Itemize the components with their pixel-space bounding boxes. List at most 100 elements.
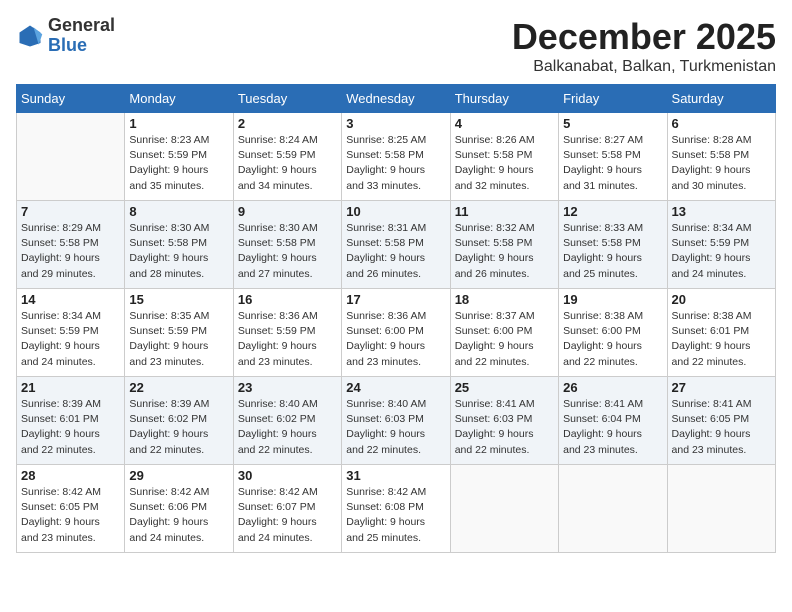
day-number: 13 [672,204,771,219]
calendar-cell: 15Sunrise: 8:35 AMSunset: 5:59 PMDayligh… [125,289,233,377]
calendar-cell: 23 Sunrise: 8:40 AMSunset: 6:02 PMDayligh… [233,377,341,465]
calendar-cell: 28Sunrise: 8:42 AMSunset: 6:05 PMDayligh… [17,465,125,553]
day-info: Sunrise: 8:33 AMSunset: 5:58 PMDaylight:… [563,221,662,282]
logo-general-text: General [48,16,115,36]
day-info: Sunrise: 8:36 AMSunset: 5:59 PMDaylight:… [238,309,337,370]
day-info: Sunrise: 8:42 AMSunset: 6:07 PMDaylight:… [238,485,337,546]
day-info: Sunrise: 8:34 AMSunset: 5:59 PMDaylight:… [672,221,771,282]
day-number: 8 [129,204,228,219]
location-title: Balkanabat, Balkan, Turkmenistan [512,58,776,76]
logo: General Blue [16,16,115,56]
day-info: Sunrise: 8:37 AMSunset: 6:00 PMDaylight:… [455,309,554,370]
calendar-cell: 27 Sunrise: 8:41 AMSunset: 6:05 PMDayligh… [667,377,775,465]
calendar-cell: 2 Sunrise: 8:24 AMSunset: 5:59 PMDaylight… [233,113,341,201]
calendar-cell [667,465,775,553]
day-info: Sunrise: 8:38 AMSunset: 6:00 PMDaylight:… [563,309,662,370]
day-info: Sunrise: 8:38 AMSunset: 6:01 PMDaylight:… [672,309,771,370]
day-info: Sunrise: 8:40 AMSunset: 6:02 PMDaylight:… [238,397,337,458]
calendar-cell: 14Sunrise: 8:34 AMSunset: 5:59 PMDayligh… [17,289,125,377]
day-info: Sunrise: 8:41 AMSunset: 6:03 PMDaylight:… [455,397,554,458]
calendar-cell: 24 Sunrise: 8:40 AMSunset: 6:03 PMDayligh… [342,377,450,465]
calendar-week-row: 28Sunrise: 8:42 AMSunset: 6:05 PMDayligh… [17,465,776,553]
day-number: 14 [21,292,120,307]
calendar-cell: 25Sunrise: 8:41 AMSunset: 6:03 PMDayligh… [450,377,558,465]
day-info: Sunrise: 8:28 AMSunset: 5:58 PMDaylight:… [672,133,771,194]
calendar-cell: 17 Sunrise: 8:36 AMSunset: 6:00 PMDayligh… [342,289,450,377]
page-header: General Blue December 2025 Balkanabat, B… [16,16,776,76]
day-number: 1 [129,116,228,131]
day-number: 12 [563,204,662,219]
day-number: 30 [238,468,337,483]
logo-icon [16,22,44,50]
day-info: Sunrise: 8:40 AMSunset: 6:03 PMDaylight:… [346,397,445,458]
day-number: 29 [129,468,228,483]
day-number: 31 [346,468,445,483]
calendar-cell: 18 Sunrise: 8:37 AMSunset: 6:00 PMDayligh… [450,289,558,377]
day-info: Sunrise: 8:29 AMSunset: 5:58 PMDaylight:… [21,221,120,282]
day-info: Sunrise: 8:36 AMSunset: 6:00 PMDaylight:… [346,309,445,370]
day-number: 22 [129,380,228,395]
calendar-cell: 1 Sunrise: 8:23 AMSunset: 5:59 PMDaylight… [125,113,233,201]
weekday-header-row: SundayMondayTuesdayWednesdayThursdayFrid… [17,85,776,113]
day-info: Sunrise: 8:30 AMSunset: 5:58 PMDaylight:… [129,221,228,282]
day-number: 19 [563,292,662,307]
calendar-table: SundayMondayTuesdayWednesdayThursdayFrid… [16,84,776,553]
day-info: Sunrise: 8:42 AMSunset: 6:08 PMDaylight:… [346,485,445,546]
calendar-cell: 30 Sunrise: 8:42 AMSunset: 6:07 PMDayligh… [233,465,341,553]
calendar-cell [450,465,558,553]
day-number: 27 [672,380,771,395]
day-number: 5 [563,116,662,131]
day-number: 17 [346,292,445,307]
calendar-cell: 26Sunrise: 8:41 AMSunset: 6:04 PMDayligh… [559,377,667,465]
calendar-cell: 10 Sunrise: 8:31 AMSunset: 5:58 PMDayligh… [342,201,450,289]
day-number: 24 [346,380,445,395]
calendar-cell: 16 Sunrise: 8:36 AMSunset: 5:59 PMDayligh… [233,289,341,377]
calendar-cell: 6 Sunrise: 8:28 AMSunset: 5:58 PMDaylight… [667,113,775,201]
calendar-cell: 8 Sunrise: 8:30 AMSunset: 5:58 PMDaylight… [125,201,233,289]
calendar-cell: 19 Sunrise: 8:38 AMSunset: 6:00 PMDayligh… [559,289,667,377]
logo-blue-text: Blue [48,36,115,56]
calendar-cell: 31 Sunrise: 8:42 AMSunset: 6:08 PMDayligh… [342,465,450,553]
day-number: 2 [238,116,337,131]
calendar-cell: 4Sunrise: 8:26 AMSunset: 5:58 PMDaylight… [450,113,558,201]
calendar-cell [17,113,125,201]
calendar-cell: 11Sunrise: 8:32 AMSunset: 5:58 PMDayligh… [450,201,558,289]
day-info: Sunrise: 8:32 AMSunset: 5:58 PMDaylight:… [455,221,554,282]
day-number: 16 [238,292,337,307]
calendar-cell: 12 Sunrise: 8:33 AMSunset: 5:58 PMDayligh… [559,201,667,289]
day-info: Sunrise: 8:27 AMSunset: 5:58 PMDaylight:… [563,133,662,194]
title-block: December 2025 Balkanabat, Balkan, Turkme… [512,16,776,76]
day-info: Sunrise: 8:25 AMSunset: 5:58 PMDaylight:… [346,133,445,194]
month-title: December 2025 [512,16,776,58]
day-info: Sunrise: 8:24 AMSunset: 5:59 PMDaylight:… [238,133,337,194]
calendar-cell: 3Sunrise: 8:25 AMSunset: 5:58 PMDaylight… [342,113,450,201]
day-number: 7 [21,204,120,219]
calendar-cell: 21Sunrise: 8:39 AMSunset: 6:01 PMDayligh… [17,377,125,465]
day-number: 18 [455,292,554,307]
day-number: 28 [21,468,120,483]
day-info: Sunrise: 8:31 AMSunset: 5:58 PMDaylight:… [346,221,445,282]
calendar-cell: 7 Sunrise: 8:29 AMSunset: 5:58 PMDaylight… [17,201,125,289]
calendar-week-row: 1 Sunrise: 8:23 AMSunset: 5:59 PMDaylight… [17,113,776,201]
calendar-cell [559,465,667,553]
weekday-header-thursday: Thursday [450,85,558,113]
day-info: Sunrise: 8:39 AMSunset: 6:02 PMDaylight:… [129,397,228,458]
calendar-week-row: 21Sunrise: 8:39 AMSunset: 6:01 PMDayligh… [17,377,776,465]
weekday-header-wednesday: Wednesday [342,85,450,113]
calendar-cell: 13 Sunrise: 8:34 AMSunset: 5:59 PMDayligh… [667,201,775,289]
calendar-week-row: 14Sunrise: 8:34 AMSunset: 5:59 PMDayligh… [17,289,776,377]
day-number: 10 [346,204,445,219]
day-info: Sunrise: 8:41 AMSunset: 6:05 PMDaylight:… [672,397,771,458]
weekday-header-friday: Friday [559,85,667,113]
day-info: Sunrise: 8:42 AMSunset: 6:06 PMDaylight:… [129,485,228,546]
day-info: Sunrise: 8:23 AMSunset: 5:59 PMDaylight:… [129,133,228,194]
day-number: 6 [672,116,771,131]
calendar-cell: 29 Sunrise: 8:42 AMSunset: 6:06 PMDayligh… [125,465,233,553]
weekday-header-saturday: Saturday [667,85,775,113]
calendar-cell: 20Sunrise: 8:38 AMSunset: 6:01 PMDayligh… [667,289,775,377]
calendar-week-row: 7 Sunrise: 8:29 AMSunset: 5:58 PMDaylight… [17,201,776,289]
day-info: Sunrise: 8:39 AMSunset: 6:01 PMDaylight:… [21,397,120,458]
day-info: Sunrise: 8:35 AMSunset: 5:59 PMDaylight:… [129,309,228,370]
day-number: 23 [238,380,337,395]
day-info: Sunrise: 8:41 AMSunset: 6:04 PMDaylight:… [563,397,662,458]
